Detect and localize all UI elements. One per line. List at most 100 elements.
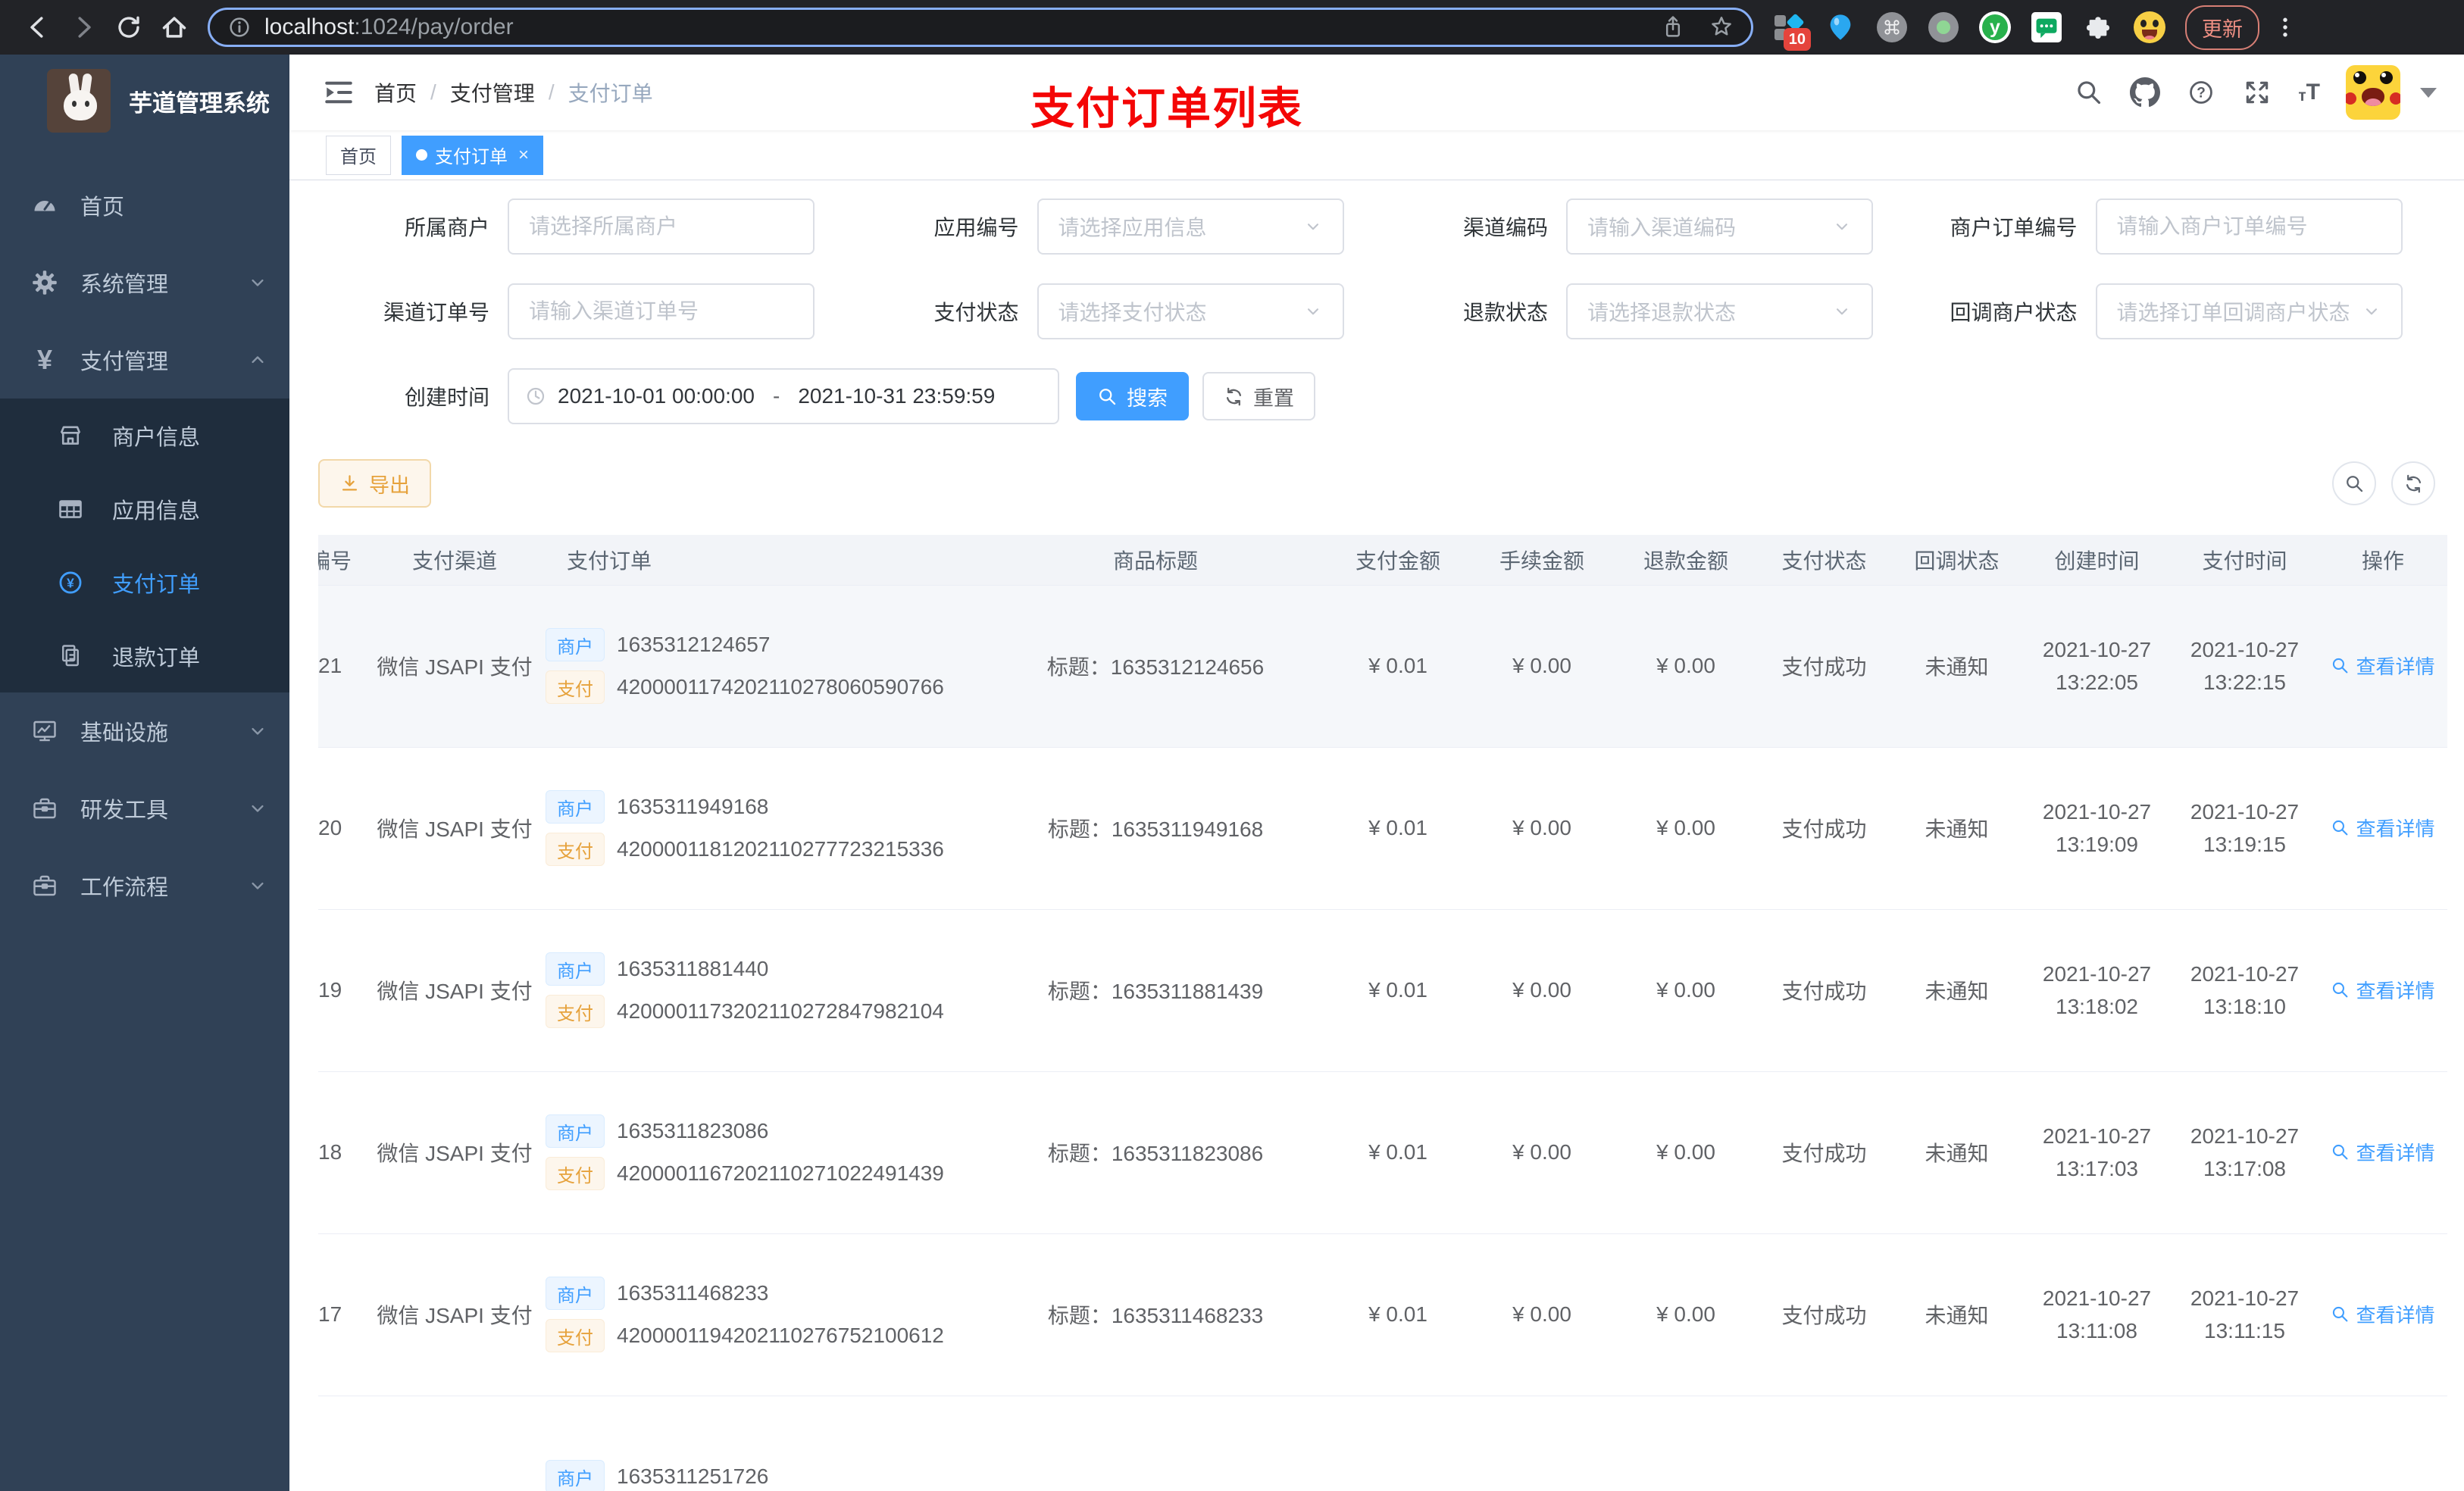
github-icon[interactable]: [2130, 77, 2160, 108]
page-content: 所属商户 应用编号 请选择应用信息 渠道编码 请输入渠道编码 商户订单编号 渠道…: [289, 180, 2464, 1491]
date-end: 2021-10-31 23:59:59: [798, 384, 996, 408]
store-icon: [56, 421, 85, 450]
browser-update-button[interactable]: 更新: [2185, 5, 2259, 50]
merchant-order-no: 1635311949168: [617, 795, 769, 818]
sidebar-item-home[interactable]: 首页: [0, 167, 289, 244]
tab-pay-order[interactable]: 支付订单 ×: [402, 135, 544, 175]
breadcrumb: 首页 / 支付管理 / 支付订单: [374, 77, 653, 108]
sidebar-item-pay-order[interactable]: 支付订单: [0, 545, 289, 619]
navbar-actions: тT: [2074, 55, 2437, 130]
view-detail-link[interactable]: 查看详情: [2331, 976, 2435, 1004]
close-icon[interactable]: ×: [518, 145, 529, 164]
col-header-notify: 回调状态: [1890, 535, 2023, 586]
address-bar[interactable]: localhost:1024/pay/order: [208, 8, 1753, 47]
cell-status: 支付成功: [1758, 1233, 1890, 1396]
cell-paid: 2021-10-27 13:22:15: [2171, 585, 2319, 748]
cell-order-numbers: 商户 1635311468233 支付 4200001194202110276752…: [546, 1233, 985, 1396]
export-button[interactable]: 导出: [318, 459, 431, 508]
cell-paid: 2021-10-27 13:11:15: [2171, 1233, 2319, 1396]
logo-image: [47, 69, 111, 133]
view-detail-link[interactable]: 查看详情: [2331, 814, 2435, 842]
search-icon[interactable]: [2074, 77, 2104, 108]
browser-reload-button[interactable]: [111, 10, 146, 45]
sidebar-item-devtools[interactable]: 研发工具: [0, 770, 289, 847]
share-icon[interactable]: [1660, 14, 1686, 40]
sidebar-item-refund-order[interactable]: 退款订单: [0, 619, 289, 692]
extension-chat-icon[interactable]: [2031, 11, 2062, 43]
callback-status-select[interactable]: 请选择订单回调商户状态: [2095, 283, 2403, 339]
merchant-order-input[interactable]: [2095, 198, 2403, 255]
cell-refund: ¥ 0.00: [1614, 1233, 1758, 1396]
col-header-created: 创建时间: [2023, 535, 2171, 586]
fullscreen-icon[interactable]: [2242, 77, 2272, 108]
app-select[interactable]: 请选择应用信息: [1037, 198, 1344, 255]
channel-code-select[interactable]: 请输入渠道编码: [1566, 198, 1873, 255]
cell-amount: ¥ 0.01: [1326, 1071, 1470, 1234]
documents-icon: [56, 642, 85, 670]
table-row: 17 微信 JSAPI 支付 商户 1635311468233 支付 4200001…: [318, 1233, 2447, 1396]
help-icon[interactable]: [2186, 77, 2216, 108]
channel-order-input[interactable]: [508, 283, 815, 339]
view-detail-link[interactable]: 查看详情: [2331, 1300, 2435, 1328]
extension-green-dot-icon[interactable]: [1928, 11, 1959, 43]
sidebar-item-pay[interactable]: ¥ 支付管理: [0, 321, 289, 399]
refund-status-select[interactable]: 请选择退款状态: [1566, 283, 1873, 339]
pay-tag: 支付: [546, 995, 605, 1028]
extension-command-icon[interactable]: [1876, 11, 1908, 43]
sidebar-item-infra[interactable]: 基础设施: [0, 692, 289, 770]
gear-icon: [30, 268, 59, 297]
browser-profile-avatar[interactable]: [2134, 11, 2165, 43]
filter-label-channel-code: 渠道编码: [1462, 216, 1548, 239]
site-info-icon[interactable]: [227, 14, 252, 40]
extension-workona-icon[interactable]: 10: [1773, 11, 1811, 51]
col-header-action: 操作: [2319, 535, 2447, 586]
table-row: 20 微信 JSAPI 支付 商户 1635311949168 支付 4200001…: [318, 747, 2447, 910]
sidebar-item-app-info[interactable]: 应用信息: [0, 472, 289, 545]
search-button[interactable]: 搜索: [1076, 372, 1189, 420]
cell-paid: 2021-10-27 13:17:08: [2171, 1071, 2319, 1234]
search-icon: [2331, 1305, 2350, 1324]
view-detail-link[interactable]: 查看详情: [2331, 652, 2435, 680]
user-avatar[interactable]: [2346, 65, 2400, 120]
table-row: 18 微信 JSAPI 支付 商户 1635311823086 支付 4200001…: [318, 1071, 2447, 1234]
date-range-picker[interactable]: 2021-10-01 00:00:00 - 2021-10-31 23:59:5…: [508, 368, 1059, 424]
view-detail-link[interactable]: 查看详情: [2331, 1138, 2435, 1166]
sidebar-item-workflow[interactable]: 工作流程: [0, 847, 289, 924]
refresh-table-button[interactable]: [2391, 461, 2435, 505]
tab-home[interactable]: 首页: [326, 135, 391, 175]
browser-forward-button[interactable]: [66, 10, 101, 45]
breadcrumb-current: 支付订单: [568, 82, 653, 105]
extensions-puzzle-icon[interactable]: [2082, 11, 2114, 43]
url-path: :1024/pay/order: [354, 14, 514, 39]
table-header-row: 编号 支付渠道 支付订单 商品标题 支付金额 手续金额 退款金额 支付状态 回调…: [318, 535, 2447, 586]
browser-back-button[interactable]: [20, 10, 55, 45]
breadcrumb-home[interactable]: 首页: [374, 77, 417, 108]
breadcrumb-section[interactable]: 支付管理: [450, 77, 535, 108]
app-title: 芋道管理系统: [129, 89, 270, 117]
owner-input[interactable]: [508, 198, 815, 255]
toggle-search-button[interactable]: [2332, 461, 2376, 505]
browser-home-button[interactable]: [157, 10, 192, 45]
sidebar-item-system[interactable]: 系统管理: [0, 244, 289, 321]
extension-y-icon[interactable]: y: [1979, 11, 2011, 43]
cell-id: 21: [318, 585, 364, 748]
avatar-caret-icon[interactable]: [2420, 87, 2437, 98]
date-start: 2021-10-01 00:00:00: [558, 384, 755, 408]
pay-status-select[interactable]: 请选择支付状态: [1037, 283, 1344, 339]
cell-created: 2021-10-27 13:22:05: [2023, 585, 2171, 748]
active-tab-dot: [416, 149, 427, 161]
filter-label-merchant-order: 商户订单编号: [1950, 216, 2078, 239]
cell-fee: ¥ 0.00: [1470, 909, 1614, 1072]
browser-menu-icon[interactable]: [2270, 14, 2300, 41]
col-header-channel: 支付渠道: [364, 535, 546, 586]
yen-icon: ¥: [36, 344, 53, 375]
reset-button[interactable]: 重置: [1202, 372, 1315, 420]
font-size-icon[interactable]: тT: [2298, 81, 2320, 105]
app-logo[interactable]: 芋道管理系统: [0, 55, 289, 147]
filter-label-refund-status: 退款状态: [1462, 301, 1548, 324]
sidebar-fold-icon[interactable]: [323, 77, 355, 108]
sidebar-item-merchant-info[interactable]: 商户信息: [0, 399, 289, 472]
chevron-down-icon: [1303, 217, 1323, 236]
extension-balloon-icon[interactable]: [1825, 11, 1856, 43]
bookmark-star-icon[interactable]: [1709, 14, 1734, 40]
